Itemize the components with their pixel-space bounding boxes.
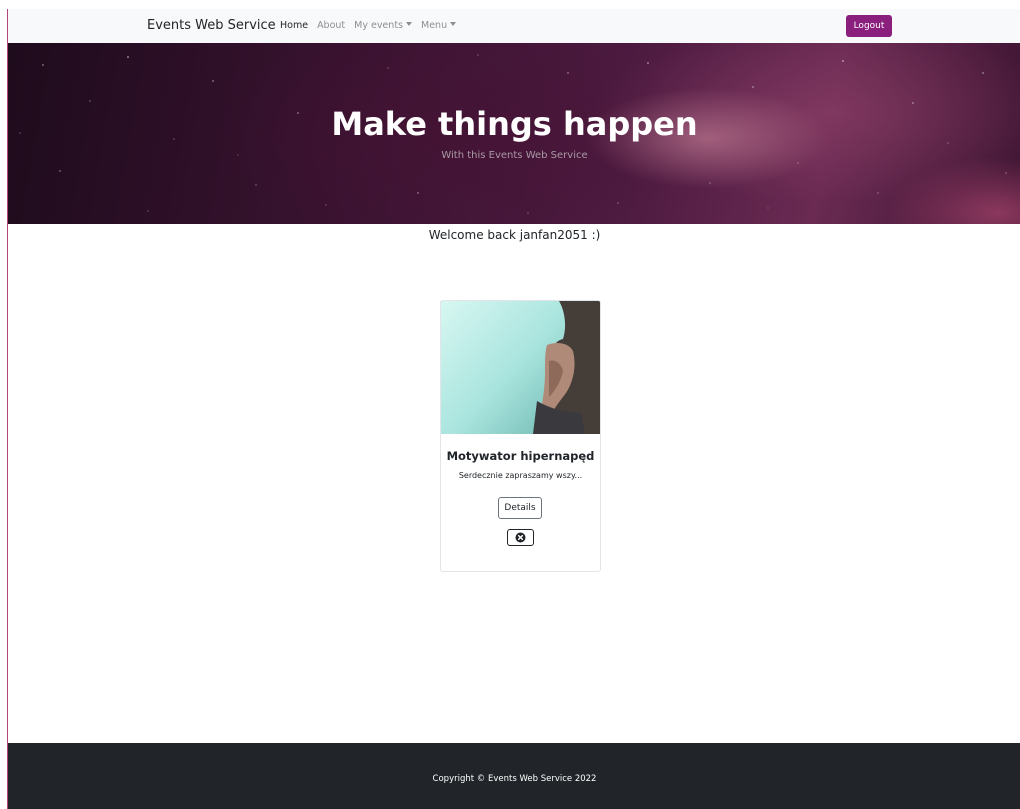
footer: Copyright © Events Web Service 2022 — [8, 743, 1020, 809]
hero-subtitle: With this Events Web Service — [441, 150, 588, 161]
navbar: Events Web Service Home About My events … — [8, 9, 1020, 44]
nav-menu-dropdown[interactable]: Menu — [421, 20, 457, 31]
nav-home-label: Home — [280, 20, 309, 31]
event-card-description: Serdecznie zapraszamy wszy... — [458, 471, 583, 480]
caret-down-icon — [406, 22, 413, 26]
nav-my-events-label: My events — [354, 20, 404, 31]
nav-my-events-dropdown[interactable]: My events — [354, 20, 413, 31]
event-image — [441, 301, 600, 434]
remove-event-button[interactable] — [507, 529, 534, 546]
hero-title: Make things happen — [331, 105, 698, 143]
close-circle-icon — [515, 532, 526, 543]
hero-banner: Make things happen With this Events Web … — [8, 43, 1020, 224]
nav-about[interactable]: About — [317, 20, 345, 31]
nav-about-label: About — [317, 20, 346, 31]
nav-menu-label: Menu — [421, 20, 448, 31]
nav-links: Home About My events Menu — [280, 20, 457, 31]
footer-copyright: Copyright © Events Web Service 2022 — [432, 774, 597, 784]
event-card: Motywator hipernapęd Serdecznie zaprasza… — [440, 300, 601, 572]
details-button[interactable]: Details — [498, 497, 542, 519]
nav-home[interactable]: Home — [280, 20, 308, 31]
caret-down-icon — [450, 22, 457, 26]
welcome-message: Welcome back janfan2051 :) — [428, 228, 601, 242]
logout-button[interactable]: Logout — [846, 15, 892, 37]
event-card-title: Motywator hipernapęd — [446, 449, 595, 463]
navbar-brand[interactable]: Events Web Service — [147, 18, 276, 33]
page: Events Web Service Home About My events … — [7, 9, 1020, 809]
